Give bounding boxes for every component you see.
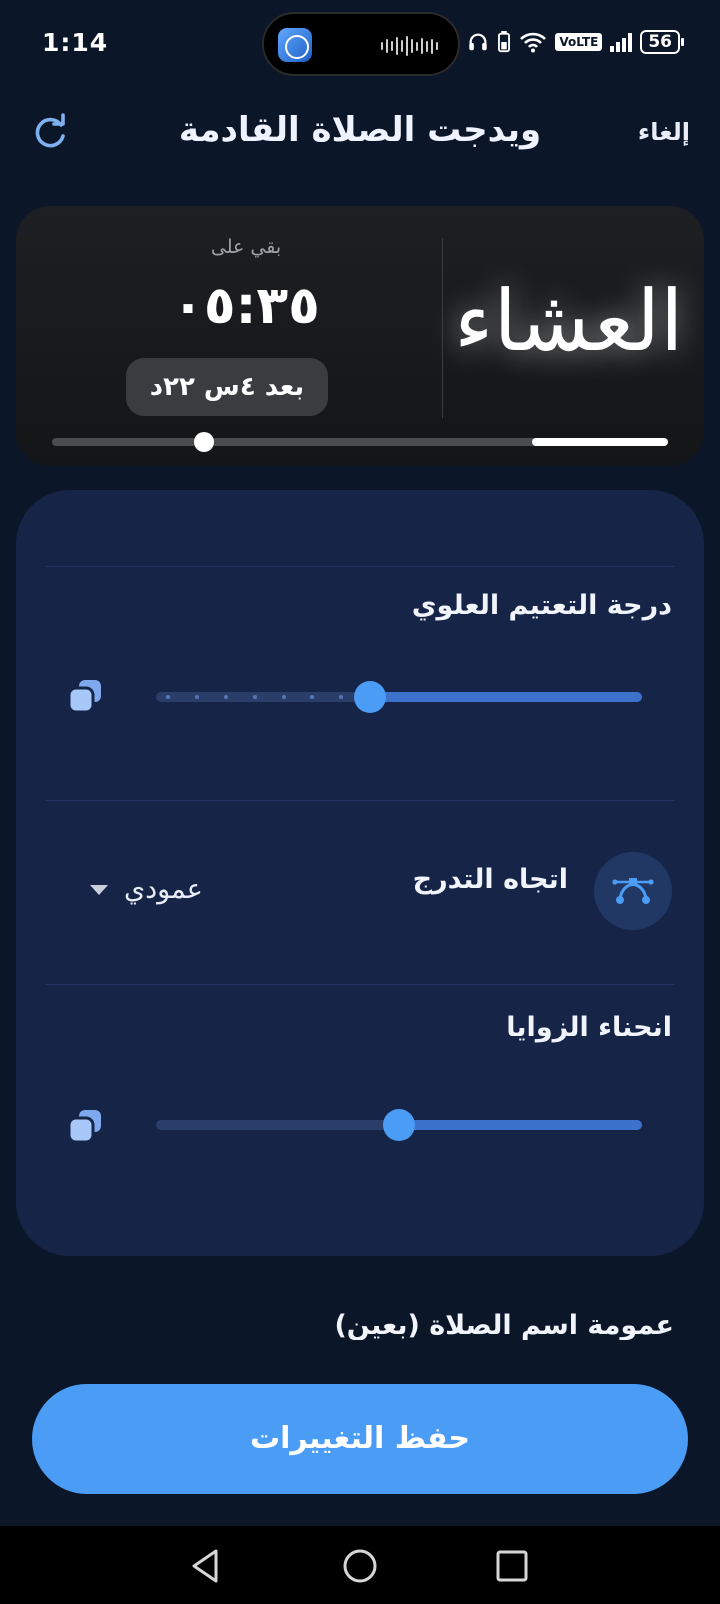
divider xyxy=(46,984,674,985)
caret-down-icon xyxy=(90,884,108,895)
prayer-progress-bar xyxy=(52,432,668,452)
recents-icon[interactable] xyxy=(492,1546,532,1586)
slider-fill xyxy=(370,692,642,702)
widget-preview: العشاء بقي على ٠٥:٣٥ بعد ٤س ٢٢د xyxy=(16,206,704,466)
divider xyxy=(442,238,443,418)
status-bar: 1:14 VoLTE 56 xyxy=(0,0,720,90)
top-dimming-label: درجة التعتيم العلوي xyxy=(411,590,672,621)
page-title: ويدجت الصلاة القادمة xyxy=(178,110,542,150)
divider xyxy=(46,800,674,801)
copy-icon[interactable] xyxy=(66,1106,106,1146)
bezier-curve-icon xyxy=(612,878,654,904)
prayer-name: العشاء xyxy=(454,272,684,370)
corner-radius-slider[interactable] xyxy=(156,1109,642,1141)
copy-icon[interactable] xyxy=(66,676,106,716)
volte-icon: VoLTE xyxy=(555,33,603,51)
slider-thumb[interactable] xyxy=(383,1109,415,1141)
time-until-badge: بعد ٤س ٢٢د xyxy=(126,358,328,416)
slider-thumb[interactable] xyxy=(354,681,386,713)
save-button[interactable]: حفظ التغييرات xyxy=(32,1384,688,1494)
remaining-label: بقي على xyxy=(210,236,282,258)
home-icon[interactable] xyxy=(340,1546,380,1586)
status-time: 1:14 xyxy=(42,28,109,57)
navigation-bar xyxy=(0,1526,720,1604)
audio-wave-icon xyxy=(381,36,438,56)
status-icons: VoLTE 56 xyxy=(467,30,684,54)
battery-icon: 56 xyxy=(640,30,684,54)
headphones-icon xyxy=(469,33,488,51)
slider-fill xyxy=(399,1120,642,1130)
gradient-direction-dropdown[interactable]: عمودي xyxy=(90,874,203,905)
countdown: ٠٥:٣٥ xyxy=(172,276,320,336)
prayer-progress-fill xyxy=(532,438,668,446)
dropdown-value: عمودي xyxy=(124,874,203,905)
settings-panel: درجة التعتيم العلوي اتجاه التدرج عمودي ا… xyxy=(16,490,704,1256)
signal-icon xyxy=(610,32,633,52)
back-icon[interactable] xyxy=(186,1546,226,1586)
corner-radius-label: انحناء الزوايا xyxy=(506,1012,672,1043)
gradient-direction-icon-wrap xyxy=(594,852,672,930)
dynamic-island[interactable] xyxy=(262,12,460,76)
header: ويدجت الصلاة القادمة إلغاء xyxy=(0,100,720,170)
cancel-button[interactable]: إلغاء xyxy=(638,118,690,146)
app-icon xyxy=(278,28,312,62)
divider xyxy=(46,566,674,567)
prayer-progress-marker xyxy=(194,432,214,452)
top-dimming-slider[interactable] xyxy=(156,681,642,713)
battery-saver-icon xyxy=(498,31,511,53)
wifi-icon xyxy=(520,32,547,53)
gradient-direction-label: اتجاه التدرج xyxy=(412,864,568,895)
next-row-label: عمومة اسم الصلاة (بعين) xyxy=(334,1310,674,1340)
next-row-clip: عمومة اسم الصلاة (بعين) xyxy=(0,1296,720,1340)
